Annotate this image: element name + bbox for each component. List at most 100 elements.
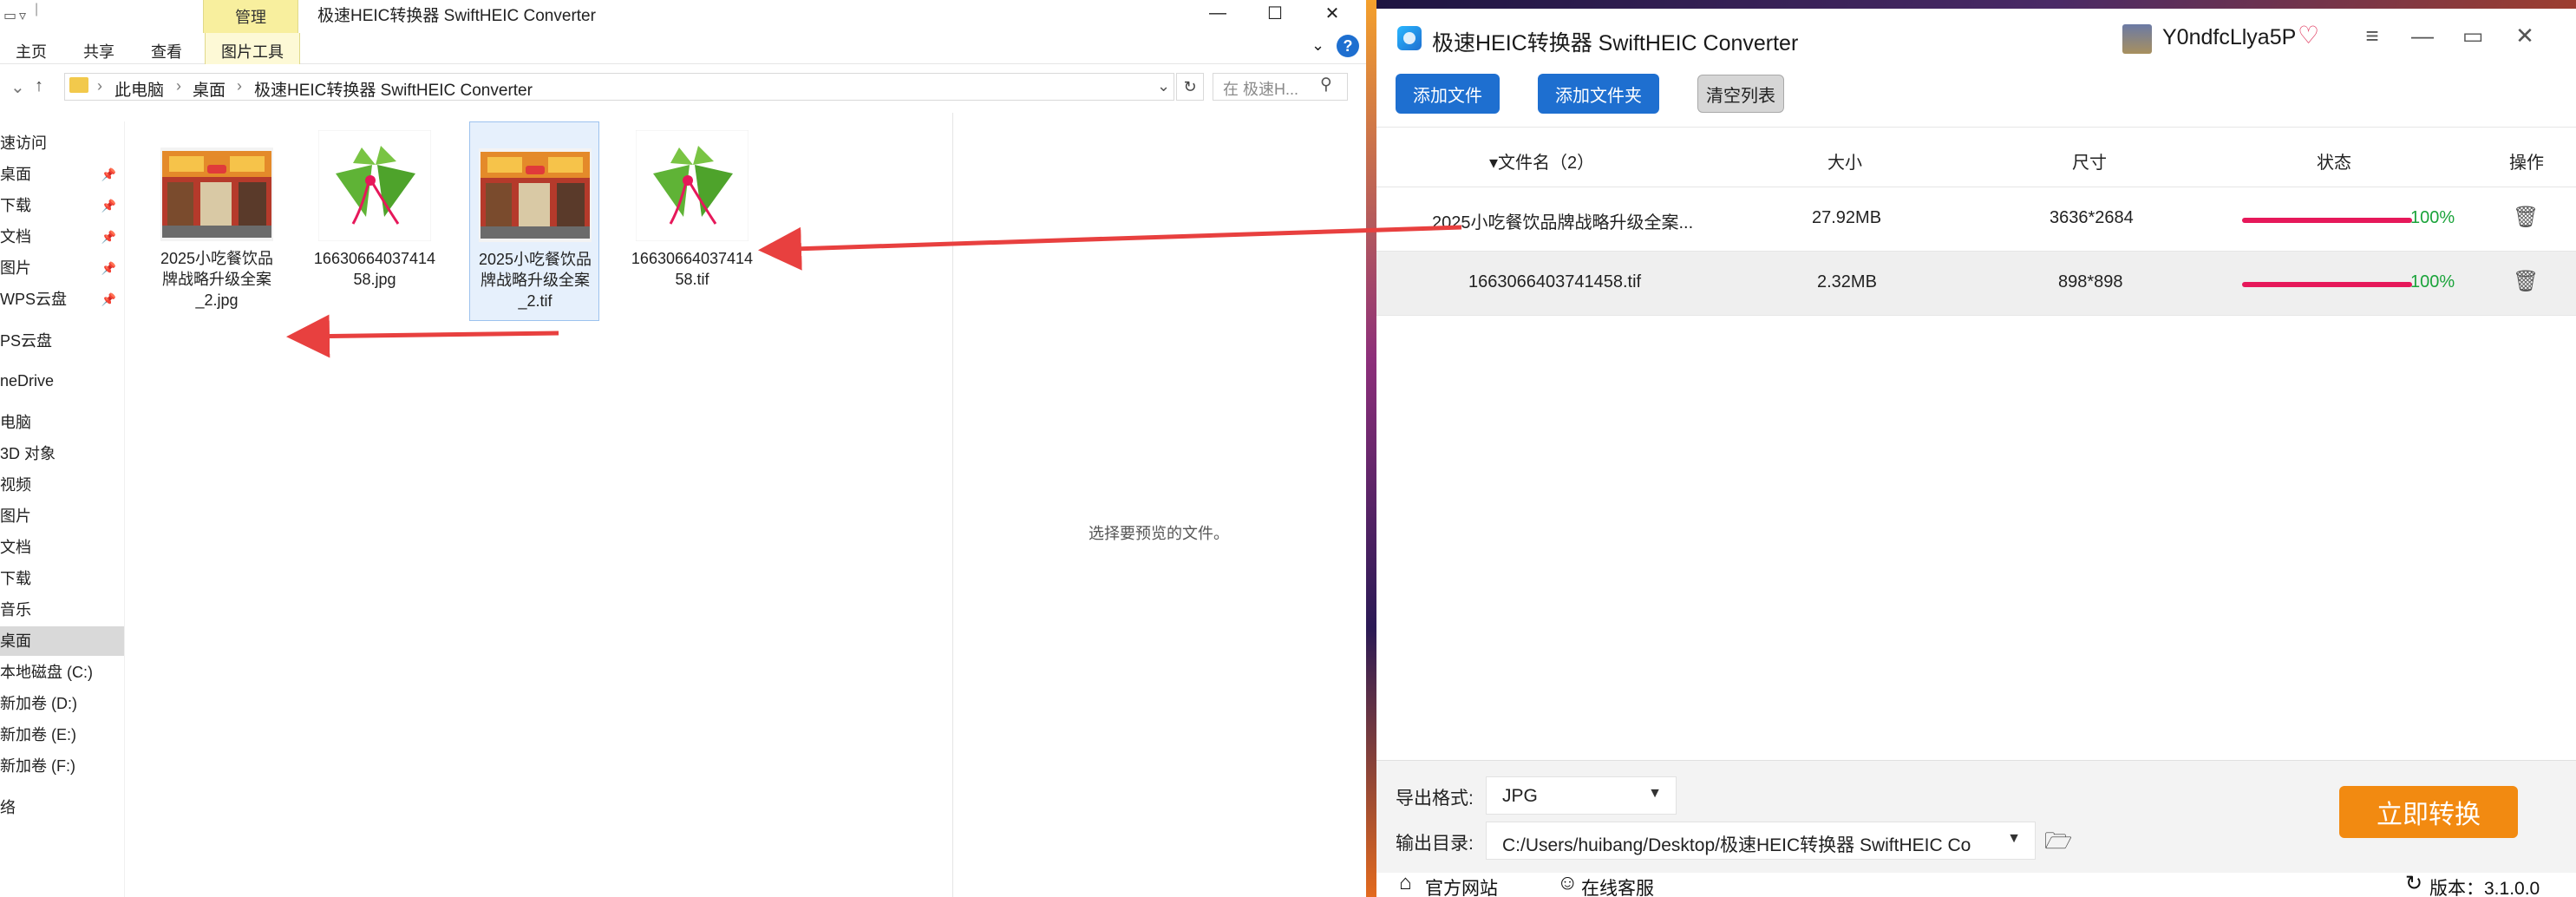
up-arrow-icon[interactable]: ↑	[35, 76, 43, 96]
sidebar-item[interactable]: WPS云盘 📌	[0, 285, 124, 314]
tab-picture-tools[interactable]: 图片工具	[205, 33, 300, 64]
maximize-button[interactable]: ☐	[1246, 0, 1304, 26]
sidebar-item-label: 桌面	[0, 632, 31, 650]
sidebar-item-label: 图片	[0, 259, 31, 277]
row-size: 27.92MB	[1812, 208, 1882, 227]
file-name-line: _2.jpg	[195, 291, 239, 309]
sidebar-item[interactable]: 新加卷 (E:)	[0, 720, 124, 750]
sidebar-item-label: 音乐	[0, 601, 31, 619]
customize-toolbar-icon[interactable]: ▿	[19, 7, 26, 24]
vip-heart-icon[interactable]: ♡	[2298, 21, 2319, 49]
sidebar-item[interactable]: 电脑	[0, 408, 124, 437]
folder-icon	[69, 77, 88, 93]
sidebar-item[interactable]: 速访问	[0, 128, 124, 158]
sidebar-item[interactable]: 视频	[0, 470, 124, 500]
sidebar-item[interactable]: 桌面 📌	[0, 160, 124, 189]
official-website-link[interactable]: 官方网站	[1425, 874, 1498, 897]
minimize-button[interactable]: —	[2405, 23, 2440, 49]
file-item[interactable]: 2025小吃餐饮品 牌战略升级全案 _2.jpg	[152, 121, 282, 321]
file-item[interactable]: 2025小吃餐饮品 牌战略升级全案 _2.tif	[469, 121, 599, 321]
online-support-link[interactable]: 在线客服	[1581, 874, 1654, 897]
zongzi-thumbnail	[318, 130, 431, 241]
export-format-value: JPG	[1502, 786, 1538, 806]
sidebar-item[interactable]: 下载 📌	[0, 191, 124, 220]
storefront-thumbnail	[160, 147, 273, 241]
help-icon[interactable]: ?	[1337, 35, 1359, 57]
pin-icon[interactable]: 📌	[101, 191, 116, 220]
sidebar-item[interactable]: 文档 📌	[0, 222, 124, 252]
close-button[interactable]: ✕	[1304, 0, 1361, 26]
sidebar-item[interactable]: 下载	[0, 564, 124, 593]
add-folder-button[interactable]: 添加文件夹	[1538, 74, 1659, 114]
breadcrumb-desktop[interactable]: 桌面	[193, 77, 226, 101]
output-dir-select[interactable]: C:/Users/huibang/Desktop/极速HEIC转换器 Swift…	[1486, 822, 2036, 860]
address-dropdown-chevron-icon[interactable]: ⌄	[1157, 77, 1170, 95]
convert-now-button[interactable]: 立即转换	[2339, 786, 2518, 838]
sidebar-item-label: neDrive	[0, 372, 55, 390]
export-format-select[interactable]: JPG ▼	[1486, 776, 1677, 815]
sidebar-item[interactable]: PS云盘	[0, 326, 124, 356]
pin-icon[interactable]: 📌	[101, 222, 116, 252]
ribbon-expand-chevron-icon[interactable]: ⌄	[1311, 36, 1324, 55]
sidebar-item[interactable]: neDrive	[0, 366, 124, 396]
pin-icon[interactable]: 📌	[101, 160, 116, 189]
output-dir-value: C:/Users/huibang/Desktop/极速HEIC转换器 Swift…	[1502, 835, 1971, 855]
version-text: 版本：3.1.0.0	[2429, 879, 2540, 897]
tab-view[interactable]: 查看	[146, 36, 187, 66]
explorer-window-title: 极速HEIC转换器 SwiftHEIC Converter	[317, 7, 596, 25]
close-button[interactable]: ✕	[2507, 23, 2542, 49]
pin-icon[interactable]: 📌	[101, 253, 116, 283]
sidebar-item-label: 新加卷 (E:)	[0, 726, 76, 743]
zongzi-thumbnail	[636, 130, 749, 241]
tab-share[interactable]: 共享	[78, 36, 120, 66]
sidebar-item[interactable]: 本地磁盘 (C:)	[0, 658, 124, 687]
refresh-button[interactable]: ↻	[1176, 73, 1204, 101]
column-filename[interactable]: ▾文件名（2）	[1489, 148, 1594, 174]
sidebar-item[interactable]: 桌面	[0, 626, 124, 656]
explorer-titlebar: ▭ ▿ | 管理 极速HEIC转换器 SwiftHEIC Converter —…	[0, 0, 1366, 33]
sidebar-item[interactable]: 音乐	[0, 595, 124, 625]
search-icon[interactable]: ⚲	[1320, 75, 1332, 95]
file-name-line: 16630664037414	[631, 250, 754, 267]
recent-locations-chevron-icon[interactable]: ⌄	[10, 76, 25, 98]
sidebar-item[interactable]: 新加卷 (D:)	[0, 689, 124, 718]
file-item[interactable]: 16630664037414 58.tif	[627, 121, 757, 321]
update-refresh-icon[interactable]: ↻	[2405, 871, 2422, 896]
add-file-button[interactable]: 添加文件	[1396, 74, 1500, 114]
username[interactable]: Y0ndfcLlya5P	[2162, 25, 2296, 50]
quick-access-folder-icon[interactable]: ▭	[3, 7, 16, 24]
breadcrumb-this-pc[interactable]: 此电脑	[114, 77, 164, 101]
menu-icon[interactable]: ≡	[2355, 23, 2390, 49]
tab-home[interactable]: 主页	[10, 36, 52, 66]
sidebar-item[interactable]: 文档	[0, 533, 124, 562]
address-box[interactable]	[64, 73, 1174, 101]
minimize-button[interactable]: —	[1189, 0, 1246, 26]
row-status-percent: 100%	[2410, 208, 2455, 227]
sidebar-item-label: 络	[0, 799, 16, 816]
clear-list-button[interactable]: 清空列表	[1697, 75, 1784, 113]
row-size: 2.32MB	[1817, 272, 1877, 291]
delete-icon[interactable]: 🗑	[2513, 269, 2539, 294]
file-table-header: ▾文件名（2） 大小 尺寸 状态 操作	[1376, 127, 2576, 187]
table-row[interactable]: 1663066403741458.tif 2.32MB 898*898 100%…	[1376, 252, 2576, 316]
search-placeholder: 在 极速H...	[1223, 81, 1299, 98]
breadcrumb-current-folder[interactable]: 极速HEIC转换器 SwiftHEIC Converter	[254, 77, 533, 101]
pin-icon[interactable]: 📌	[101, 285, 116, 314]
maximize-button[interactable]: ▭	[2455, 23, 2490, 49]
export-format-label: 导出格式:	[1396, 789, 1474, 809]
preview-pane-divider[interactable]	[952, 113, 953, 897]
delete-icon[interactable]: 🗑	[2513, 205, 2539, 230]
breadcrumb-separator-icon: ›	[176, 77, 181, 95]
file-item[interactable]: 16630664037414 58.jpg	[310, 121, 440, 321]
caret-down-icon: ▼	[2007, 831, 2021, 846]
open-folder-icon[interactable]: 🗁	[2044, 825, 2072, 863]
manage-tab[interactable]: 管理	[203, 0, 298, 33]
sidebar-item[interactable]: 络	[0, 793, 124, 822]
row-progress-fill	[2242, 218, 2412, 223]
sidebar-item[interactable]: 新加卷 (F:)	[0, 751, 124, 781]
avatar[interactable]	[2122, 24, 2152, 54]
sidebar-item[interactable]: 3D 对象	[0, 439, 124, 468]
sidebar-item[interactable]: 图片	[0, 501, 124, 531]
sidebar-item[interactable]: 图片 📌	[0, 253, 124, 283]
table-row[interactable]: 2025小吃餐饮品牌战略升级全案... 27.92MB 3636*2684 10…	[1376, 187, 2576, 252]
